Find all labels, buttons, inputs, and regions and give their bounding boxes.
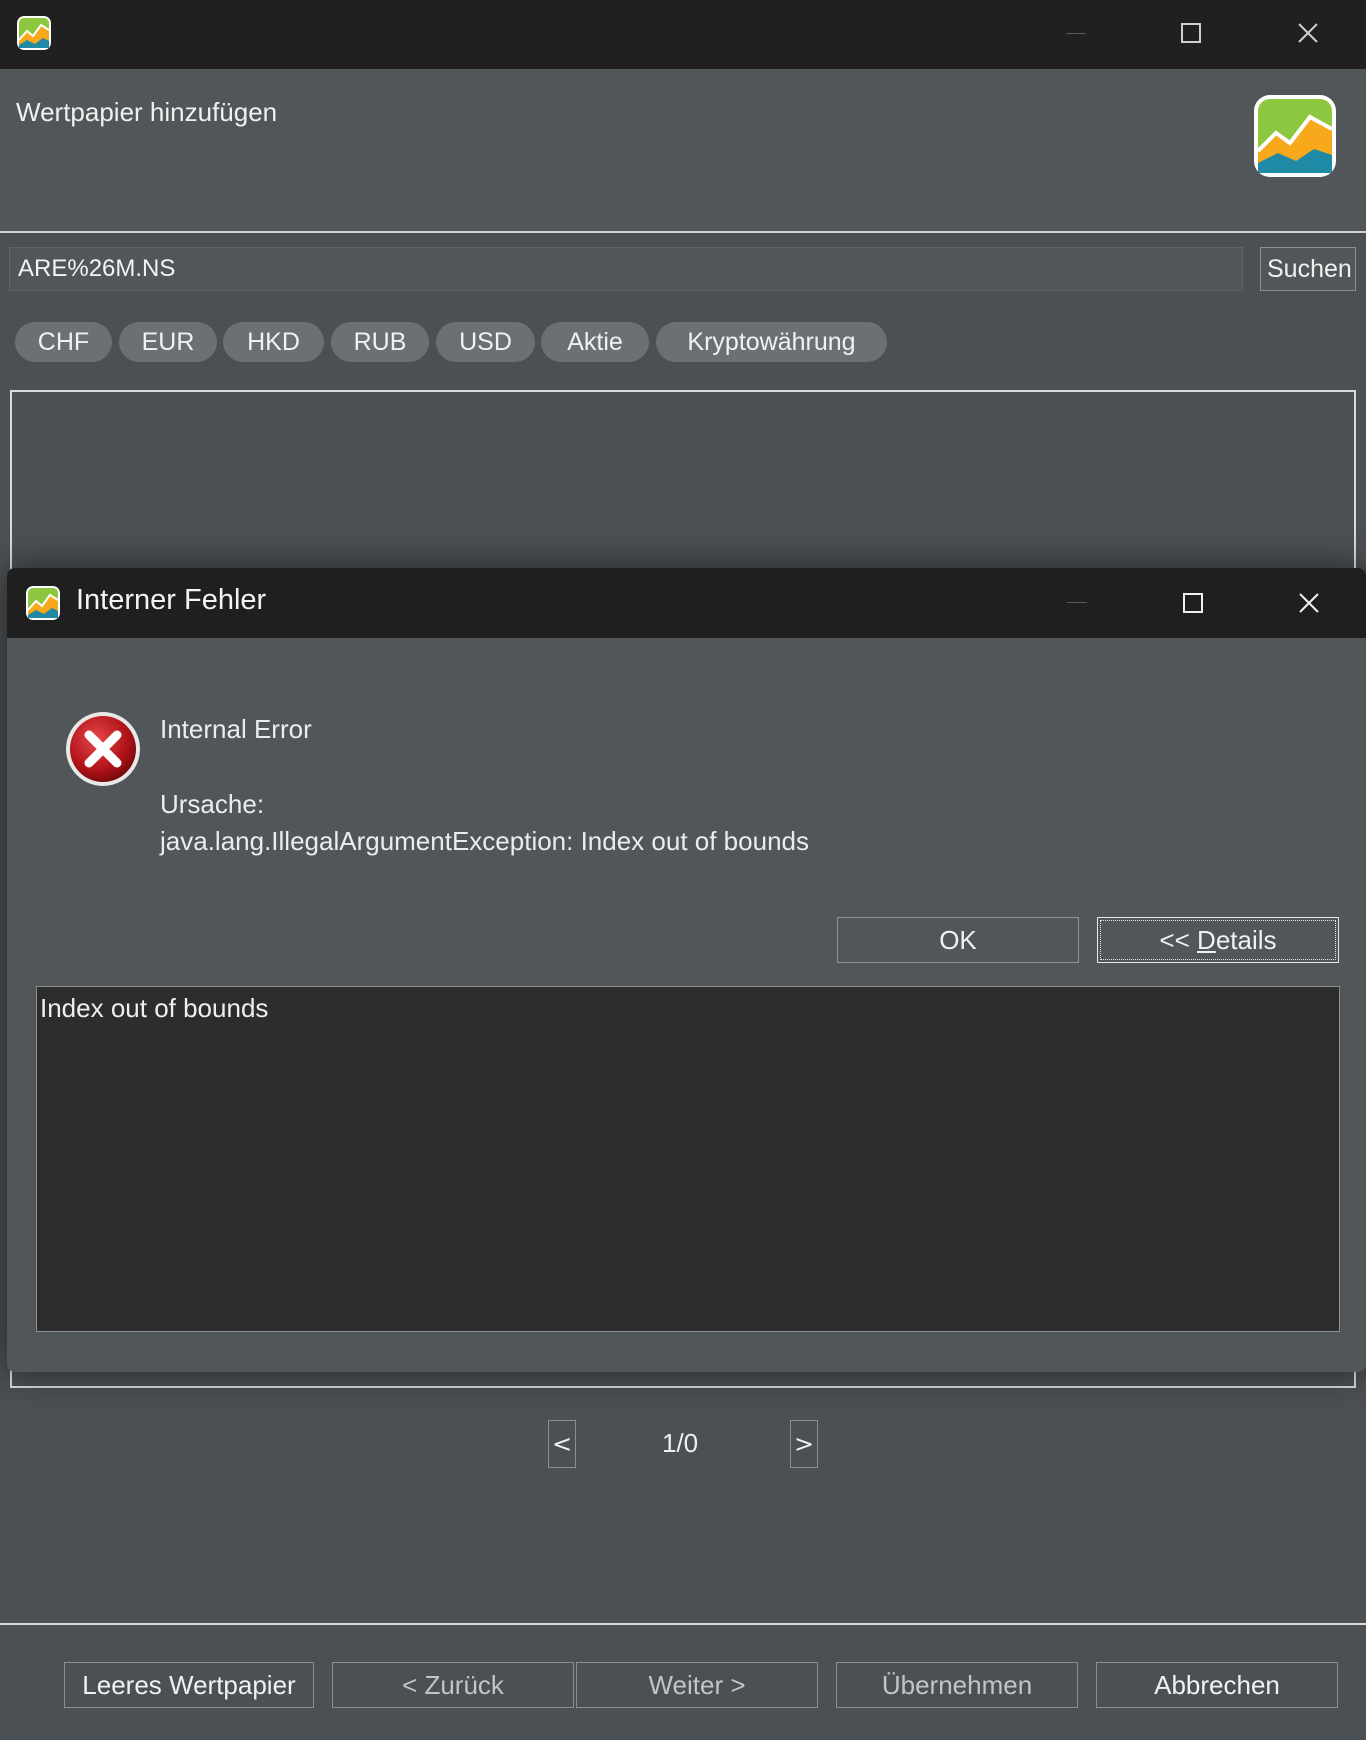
close-icon	[1298, 23, 1318, 43]
filter-chip-rub[interactable]: RUB	[331, 322, 429, 362]
ok-button[interactable]: OK	[837, 917, 1079, 963]
details-text-area[interactable]: Index out of bounds	[36, 986, 1340, 1332]
close-icon	[1299, 593, 1319, 613]
filter-chip-kryptowaehrung[interactable]: Kryptowährung	[656, 322, 887, 362]
back-button[interactable]: < Zurück	[332, 1662, 574, 1708]
maximize-icon	[1181, 23, 1201, 43]
cause-label: Ursache:	[160, 789, 265, 819]
internal-error-dialog: Interner Fehler Internal Error Ursache: …	[7, 568, 1366, 1372]
minimize-button[interactable]	[1046, 4, 1106, 64]
filter-chip-chf[interactable]: CHF	[15, 322, 112, 362]
dialog-close-button[interactable]	[1279, 573, 1339, 633]
details-button[interactable]: << Details	[1097, 917, 1339, 963]
filter-chip-usd[interactable]: USD	[436, 322, 535, 362]
app-logo-icon	[1254, 95, 1336, 177]
next-button[interactable]: Weiter >	[576, 1662, 818, 1708]
main-title-bar	[0, 0, 1366, 69]
dialog-title: Interner Fehler	[76, 584, 267, 616]
app-chart-icon	[26, 586, 60, 620]
error-message: Internal Error	[160, 714, 312, 744]
filter-chip-aktie[interactable]: Aktie	[541, 322, 649, 362]
app-chart-icon	[17, 16, 51, 50]
close-button[interactable]	[1278, 3, 1338, 63]
search-button[interactable]: Suchen	[1260, 247, 1356, 291]
empty-security-button[interactable]: Leeres Wertpapier	[64, 1662, 314, 1708]
cause-text: java.lang.IllegalArgumentException: Inde…	[160, 826, 809, 856]
footer-divider	[0, 1623, 1366, 1625]
pager-text: 1/0	[662, 1428, 699, 1458]
cancel-button[interactable]: Abbrechen	[1096, 1662, 1338, 1708]
dialog-title-bar: Interner Fehler	[7, 568, 1366, 638]
maximize-button[interactable]	[1161, 3, 1221, 63]
pager-prev-button[interactable]: <	[548, 1420, 576, 1468]
wizard-header: Wertpapier hinzufügen	[0, 69, 1366, 233]
pager-next-button[interactable]: >	[790, 1420, 818, 1468]
error-x-icon	[64, 710, 142, 788]
filter-chip-hkd[interactable]: HKD	[223, 322, 324, 362]
details-button-mnemonic: D	[1197, 924, 1216, 955]
details-button-prefix: <<	[1159, 924, 1198, 955]
dialog-maximize-button[interactable]	[1163, 573, 1223, 633]
details-button-rest: etails	[1215, 924, 1277, 955]
search-input[interactable]	[9, 247, 1243, 291]
filter-chip-eur[interactable]: EUR	[119, 322, 217, 362]
page-title: Wertpapier hinzufügen	[16, 97, 278, 127]
dialog-minimize-button[interactable]	[1047, 573, 1107, 633]
apply-button[interactable]: Übernehmen	[836, 1662, 1078, 1708]
minimize-icon	[1067, 602, 1087, 603]
minimize-icon	[1066, 33, 1086, 34]
maximize-icon	[1183, 593, 1203, 613]
